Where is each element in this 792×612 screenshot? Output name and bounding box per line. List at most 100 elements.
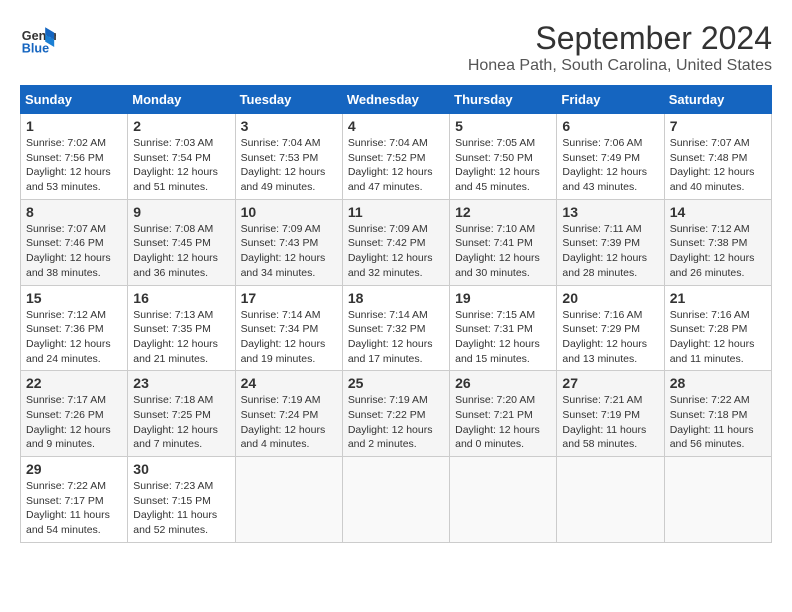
calendar-cell: 29 Sunrise: 7:22 AM Sunset: 7:17 PM Dayli…	[21, 457, 128, 543]
calendar-cell: 4Sunrise: 7:04 AM Sunset: 7:52 PM Daylig…	[342, 114, 449, 200]
calendar-body: 1 Sunrise: 7:02 AM Sunset: 7:56 PM Daylig…	[21, 114, 772, 543]
day-info: Sunrise: 7:17 AM Sunset: 7:26 PM Dayligh…	[26, 393, 122, 452]
day-info: Sunrise: 7:13 AM Sunset: 7:35 PM Dayligh…	[133, 308, 229, 367]
calendar-cell: 18 Sunrise: 7:14 AM Sunset: 7:32 PM Dayli…	[342, 285, 449, 371]
day-number: 3	[241, 118, 337, 134]
calendar-cell: 3 Sunrise: 7:04 AM Sunset: 7:53 PM Daylig…	[235, 114, 342, 200]
header: General Blue September 2024 Honea Path, …	[20, 20, 772, 75]
calendar-week-row: 8Sunrise: 7:07 AM Sunset: 7:46 PM Daylig…	[21, 199, 772, 285]
day-info: Sunrise: 7:11 AM Sunset: 7:39 PM Dayligh…	[562, 222, 658, 281]
location-subtitle: Honea Path, South Carolina, United State…	[468, 57, 772, 75]
calendar-cell: 25 Sunrise: 7:19 AM Sunset: 7:22 PM Dayli…	[342, 371, 449, 457]
calendar-cell	[557, 457, 664, 543]
calendar-cell: 24 Sunrise: 7:19 AM Sunset: 7:24 PM Dayli…	[235, 371, 342, 457]
day-info: Sunrise: 7:15 AM Sunset: 7:31 PM Dayligh…	[455, 308, 551, 367]
weekday-header-tuesday: Tuesday	[235, 86, 342, 114]
calendar-cell: 26 Sunrise: 7:20 AM Sunset: 7:21 PM Dayli…	[450, 371, 557, 457]
calendar-cell: 28 Sunrise: 7:22 AM Sunset: 7:18 PM Dayli…	[664, 371, 771, 457]
day-info: Sunrise: 7:14 AM Sunset: 7:34 PM Dayligh…	[241, 308, 337, 367]
month-title: September 2024	[468, 20, 772, 57]
calendar-week-row: 1 Sunrise: 7:02 AM Sunset: 7:56 PM Daylig…	[21, 114, 772, 200]
calendar-cell	[235, 457, 342, 543]
day-info: Sunrise: 7:16 AM Sunset: 7:29 PM Dayligh…	[562, 308, 658, 367]
weekday-header-monday: Monday	[128, 86, 235, 114]
weekday-header-saturday: Saturday	[664, 86, 771, 114]
day-number: 2	[133, 118, 229, 134]
calendar-cell: 9 Sunrise: 7:08 AM Sunset: 7:45 PM Daylig…	[128, 199, 235, 285]
calendar-cell: 20 Sunrise: 7:16 AM Sunset: 7:29 PM Dayli…	[557, 285, 664, 371]
day-number: 21	[670, 290, 766, 306]
day-info: Sunrise: 7:04 AM Sunset: 7:53 PM Dayligh…	[241, 136, 337, 195]
weekday-header-thursday: Thursday	[450, 86, 557, 114]
weekday-header-wednesday: Wednesday	[342, 86, 449, 114]
day-number: 28	[670, 375, 766, 391]
day-number: 5	[455, 118, 551, 134]
day-info: Sunrise: 7:22 AM Sunset: 7:18 PM Dayligh…	[670, 393, 766, 452]
calendar-cell	[450, 457, 557, 543]
calendar-cell	[664, 457, 771, 543]
day-info: Sunrise: 7:23 AM Sunset: 7:15 PM Dayligh…	[133, 479, 229, 538]
day-number: 30	[133, 461, 229, 477]
calendar-cell: 19 Sunrise: 7:15 AM Sunset: 7:31 PM Dayli…	[450, 285, 557, 371]
logo: General Blue	[20, 20, 56, 56]
day-number: 6	[562, 118, 658, 134]
day-number: 20	[562, 290, 658, 306]
calendar-cell: 16Sunrise: 7:13 AM Sunset: 7:35 PM Dayli…	[128, 285, 235, 371]
day-info: Sunrise: 7:16 AM Sunset: 7:28 PM Dayligh…	[670, 308, 766, 367]
weekday-header-sunday: Sunday	[21, 86, 128, 114]
day-info: Sunrise: 7:02 AM Sunset: 7:56 PM Dayligh…	[26, 136, 122, 195]
calendar-cell: 12 Sunrise: 7:10 AM Sunset: 7:41 PM Dayli…	[450, 199, 557, 285]
day-info: Sunrise: 7:18 AM Sunset: 7:25 PM Dayligh…	[133, 393, 229, 452]
logo-icon: General Blue	[20, 20, 56, 56]
day-number: 29	[26, 461, 122, 477]
calendar-cell: 13 Sunrise: 7:11 AM Sunset: 7:39 PM Dayli…	[557, 199, 664, 285]
day-info: Sunrise: 7:22 AM Sunset: 7:17 PM Dayligh…	[26, 479, 122, 538]
day-number: 23	[133, 375, 229, 391]
day-number: 12	[455, 204, 551, 220]
day-info: Sunrise: 7:10 AM Sunset: 7:41 PM Dayligh…	[455, 222, 551, 281]
calendar-cell	[342, 457, 449, 543]
day-info: Sunrise: 7:04 AM Sunset: 7:52 PM Dayligh…	[348, 136, 444, 195]
day-number: 26	[455, 375, 551, 391]
day-info: Sunrise: 7:08 AM Sunset: 7:45 PM Dayligh…	[133, 222, 229, 281]
calendar-cell: 23 Sunrise: 7:18 AM Sunset: 7:25 PM Dayli…	[128, 371, 235, 457]
day-number: 18	[348, 290, 444, 306]
day-number: 19	[455, 290, 551, 306]
day-info: Sunrise: 7:12 AM Sunset: 7:36 PM Dayligh…	[26, 308, 122, 367]
svg-text:Blue: Blue	[22, 41, 49, 55]
calendar-cell: 5 Sunrise: 7:05 AM Sunset: 7:50 PM Daylig…	[450, 114, 557, 200]
calendar-week-row: 22 Sunrise: 7:17 AM Sunset: 7:26 PM Dayli…	[21, 371, 772, 457]
calendar-week-row: 15 Sunrise: 7:12 AM Sunset: 7:36 PM Dayli…	[21, 285, 772, 371]
calendar-cell: 22 Sunrise: 7:17 AM Sunset: 7:26 PM Dayli…	[21, 371, 128, 457]
day-info: Sunrise: 7:09 AM Sunset: 7:43 PM Dayligh…	[241, 222, 337, 281]
calendar-cell: 15 Sunrise: 7:12 AM Sunset: 7:36 PM Dayli…	[21, 285, 128, 371]
calendar-cell: 27 Sunrise: 7:21 AM Sunset: 7:19 PM Dayli…	[557, 371, 664, 457]
calendar-cell: 7Sunrise: 7:07 AM Sunset: 7:48 PM Daylig…	[664, 114, 771, 200]
day-number: 14	[670, 204, 766, 220]
calendar-cell: 17Sunrise: 7:14 AM Sunset: 7:34 PM Dayli…	[235, 285, 342, 371]
day-number: 13	[562, 204, 658, 220]
day-info: Sunrise: 7:07 AM Sunset: 7:46 PM Dayligh…	[26, 222, 122, 281]
day-info: Sunrise: 7:20 AM Sunset: 7:21 PM Dayligh…	[455, 393, 551, 452]
day-number: 15	[26, 290, 122, 306]
day-info: Sunrise: 7:19 AM Sunset: 7:22 PM Dayligh…	[348, 393, 444, 452]
day-info: Sunrise: 7:19 AM Sunset: 7:24 PM Dayligh…	[241, 393, 337, 452]
day-info: Sunrise: 7:21 AM Sunset: 7:19 PM Dayligh…	[562, 393, 658, 452]
calendar-table: SundayMondayTuesdayWednesdayThursdayFrid…	[20, 85, 772, 543]
day-number: 25	[348, 375, 444, 391]
day-info: Sunrise: 7:14 AM Sunset: 7:32 PM Dayligh…	[348, 308, 444, 367]
day-info: Sunrise: 7:03 AM Sunset: 7:54 PM Dayligh…	[133, 136, 229, 195]
calendar-header-row: SundayMondayTuesdayWednesdayThursdayFrid…	[21, 86, 772, 114]
day-info: Sunrise: 7:06 AM Sunset: 7:49 PM Dayligh…	[562, 136, 658, 195]
day-number: 22	[26, 375, 122, 391]
day-number: 24	[241, 375, 337, 391]
day-info: Sunrise: 7:09 AM Sunset: 7:42 PM Dayligh…	[348, 222, 444, 281]
day-number: 1	[26, 118, 122, 134]
day-info: Sunrise: 7:05 AM Sunset: 7:50 PM Dayligh…	[455, 136, 551, 195]
calendar-cell: 14 Sunrise: 7:12 AM Sunset: 7:38 PM Dayli…	[664, 199, 771, 285]
day-number: 9	[133, 204, 229, 220]
calendar-cell: 1 Sunrise: 7:02 AM Sunset: 7:56 PM Daylig…	[21, 114, 128, 200]
day-number: 27	[562, 375, 658, 391]
day-info: Sunrise: 7:07 AM Sunset: 7:48 PM Dayligh…	[670, 136, 766, 195]
day-info: Sunrise: 7:12 AM Sunset: 7:38 PM Dayligh…	[670, 222, 766, 281]
